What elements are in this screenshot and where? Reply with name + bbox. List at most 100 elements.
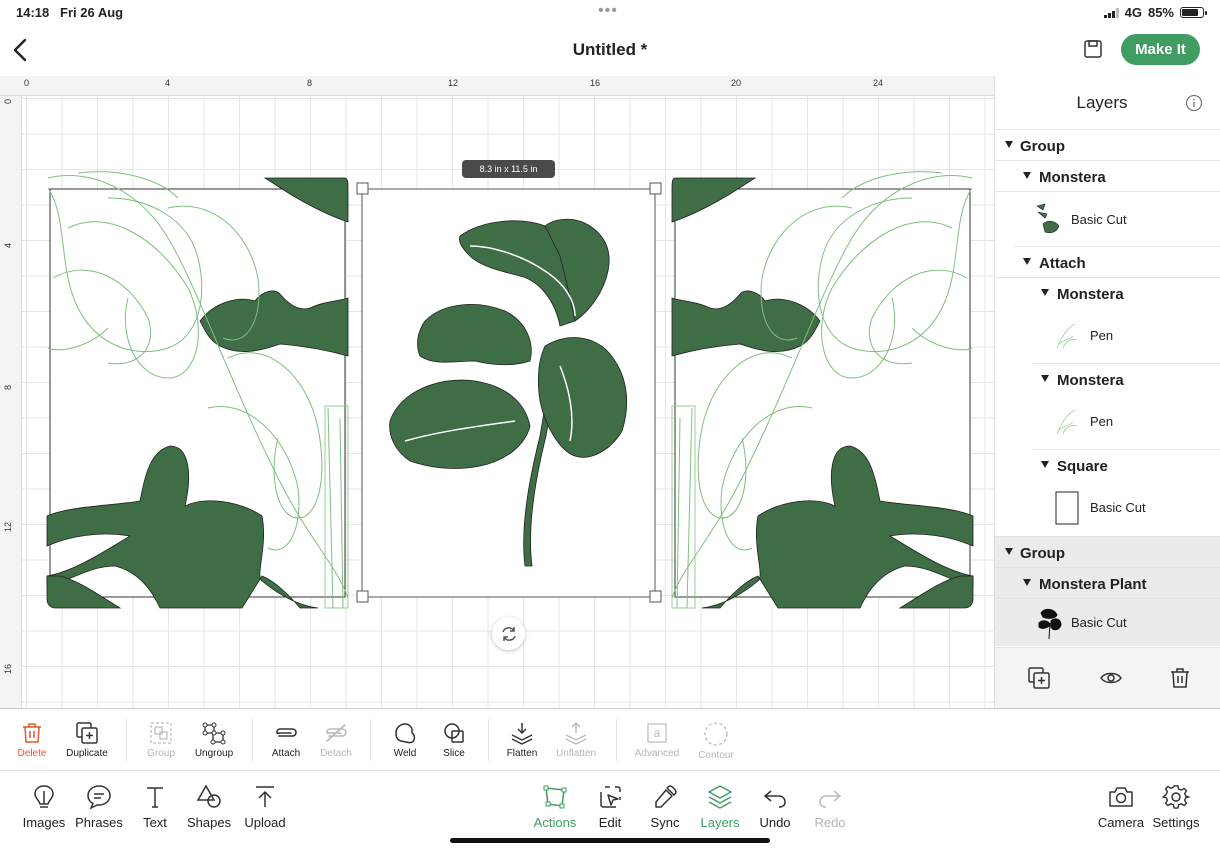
svg-text:a: a: [654, 726, 661, 740]
tab-settings[interactable]: Settings: [1150, 771, 1202, 830]
layer-square[interactable]: Square: [995, 450, 1220, 481]
tab-label: Shapes: [186, 815, 232, 830]
layer-thumbnail: [1055, 491, 1079, 525]
collapse-triangle-icon[interactable]: [1023, 172, 1031, 179]
camera-icon: [1109, 787, 1133, 807]
tab-undo[interactable]: Undo: [757, 771, 793, 830]
tab-redo[interactable]: Redo: [812, 771, 848, 830]
save-button[interactable]: [1082, 38, 1104, 60]
resize-handle[interactable]: [649, 182, 662, 195]
attach-button[interactable]: Attach: [266, 709, 306, 771]
collapse-triangle-icon[interactable]: [1041, 375, 1049, 382]
layer-attach[interactable]: Attach: [995, 247, 1220, 278]
advanced-icon: a: [647, 723, 667, 743]
visibility-eye-icon[interactable]: [1099, 666, 1123, 690]
tab-label: Undo: [759, 815, 791, 830]
left-panel-art[interactable]: [46, 171, 349, 609]
duplicate-label: Duplicate: [66, 748, 108, 759]
layers-panel: Layers Group Monstera Basic Cut Attach M…: [994, 76, 1220, 708]
resize-handle[interactable]: [356, 590, 369, 603]
group-icon: [150, 722, 172, 744]
duplicate-layer-icon[interactable]: [1027, 666, 1051, 690]
speech-bubble-icon: [87, 785, 111, 810]
slice-button[interactable]: Slice: [434, 709, 474, 771]
layer-group-2[interactable]: Group: [995, 537, 1220, 568]
layer-label: Group: [1020, 545, 1065, 562]
tab-phrases[interactable]: Phrases: [74, 771, 124, 830]
detach-label: Detach: [320, 748, 352, 759]
trash-icon: [23, 723, 41, 743]
weld-button[interactable]: Weld: [385, 709, 425, 771]
center-panel-art[interactable]: [361, 188, 656, 598]
tab-text[interactable]: Text: [135, 771, 175, 830]
flatten-button[interactable]: Flatten: [502, 709, 542, 771]
tab-label: Camera: [1097, 815, 1145, 830]
layer-item-basic-cut-2[interactable]: Basic Cut: [995, 480, 1220, 535]
collapse-triangle-icon[interactable]: [1005, 548, 1013, 555]
tab-label: Layers: [700, 815, 740, 830]
resize-handle[interactable]: [649, 590, 662, 603]
layers-stack-icon: [708, 785, 732, 809]
layer-monstera-2[interactable]: Monstera: [995, 278, 1220, 309]
collapse-triangle-icon[interactable]: [1041, 289, 1049, 296]
detach-icon: [326, 724, 347, 742]
tab-label: Redo: [814, 815, 846, 830]
layer-monstera-1[interactable]: Monstera: [995, 161, 1220, 192]
weld-icon: [395, 723, 416, 744]
collapse-triangle-icon[interactable]: [1023, 579, 1031, 586]
unflatten-button[interactable]: Unflatten: [552, 709, 600, 771]
tab-upload[interactable]: Upload: [242, 771, 288, 830]
trash-icon[interactable]: [1168, 666, 1192, 690]
multitasking-dots-icon[interactable]: •••: [598, 2, 618, 20]
save-icon: [1084, 40, 1102, 58]
tab-actions[interactable]: Actions: [530, 771, 580, 830]
layer-monstera-3[interactable]: Monstera: [995, 364, 1220, 395]
resize-handle[interactable]: [356, 182, 369, 195]
flatten-icon: [511, 723, 533, 745]
tab-edit[interactable]: Edit: [592, 771, 628, 830]
layer-item-basic-cut-1[interactable]: Basic Cut: [995, 192, 1220, 247]
layer-item-basic-cut-3[interactable]: Basic Cut: [995, 599, 1220, 646]
design-canvas[interactable]: 0 4 8 12 16 20 24 0 4 8 12 16 8.3 in x 1…: [0, 76, 994, 708]
document-title: Untitled *: [572, 40, 648, 59]
battery-percent: 85%: [1147, 5, 1174, 20]
layer-group-1[interactable]: Group: [995, 130, 1220, 161]
home-indicator[interactable]: [450, 838, 770, 843]
info-icon[interactable]: [1185, 94, 1203, 112]
tab-label: Images: [22, 815, 66, 830]
toolbar-divider: [370, 719, 371, 761]
paperclip-icon: [276, 728, 297, 737]
contour-button[interactable]: Contour: [694, 709, 738, 771]
layer-item-pen-2[interactable]: Pen: [995, 394, 1220, 449]
tab-layers[interactable]: Layers: [699, 771, 741, 830]
advanced-button[interactable]: a Advanced: [632, 709, 682, 771]
collapse-triangle-icon[interactable]: [1005, 141, 1013, 148]
group-button[interactable]: Group: [141, 709, 181, 771]
duplicate-button[interactable]: Duplicate: [62, 709, 112, 771]
tab-images[interactable]: Images: [20, 771, 68, 830]
collapse-triangle-icon[interactable]: [1041, 461, 1049, 468]
layer-item-pen-1[interactable]: Pen: [995, 308, 1220, 363]
layer-monstera-plant[interactable]: Monstera Plant: [995, 568, 1220, 599]
layer-label: Monstera: [1039, 169, 1106, 186]
contour-icon: [704, 722, 728, 746]
unflatten-icon: [565, 722, 587, 745]
right-panel-art[interactable]: [671, 171, 974, 609]
collapse-triangle-icon[interactable]: [1023, 258, 1031, 265]
layer-thumbnail: [1036, 203, 1060, 234]
design-space-app: 14:18 Fri 26 Aug ••• 4G 85% Untitled * M…: [0, 0, 1220, 853]
make-it-button[interactable]: Make It: [1121, 34, 1200, 65]
tab-label: Actions: [533, 815, 577, 830]
tab-sync[interactable]: Sync: [647, 771, 683, 830]
tab-shapes[interactable]: Shapes: [186, 771, 232, 830]
ungroup-button[interactable]: Ungroup: [190, 709, 238, 771]
tab-camera[interactable]: Camera: [1096, 771, 1146, 830]
delete-label: Delete: [17, 748, 47, 759]
edit-cursor-icon: [600, 786, 621, 808]
rotate-handle[interactable]: [492, 617, 525, 650]
layer-label: Pen: [1090, 414, 1114, 429]
detach-button[interactable]: Detach: [316, 709, 356, 771]
signal-icon: [1103, 7, 1119, 18]
delete-button[interactable]: Delete: [12, 709, 52, 771]
layer-label: Monstera: [1057, 286, 1124, 303]
